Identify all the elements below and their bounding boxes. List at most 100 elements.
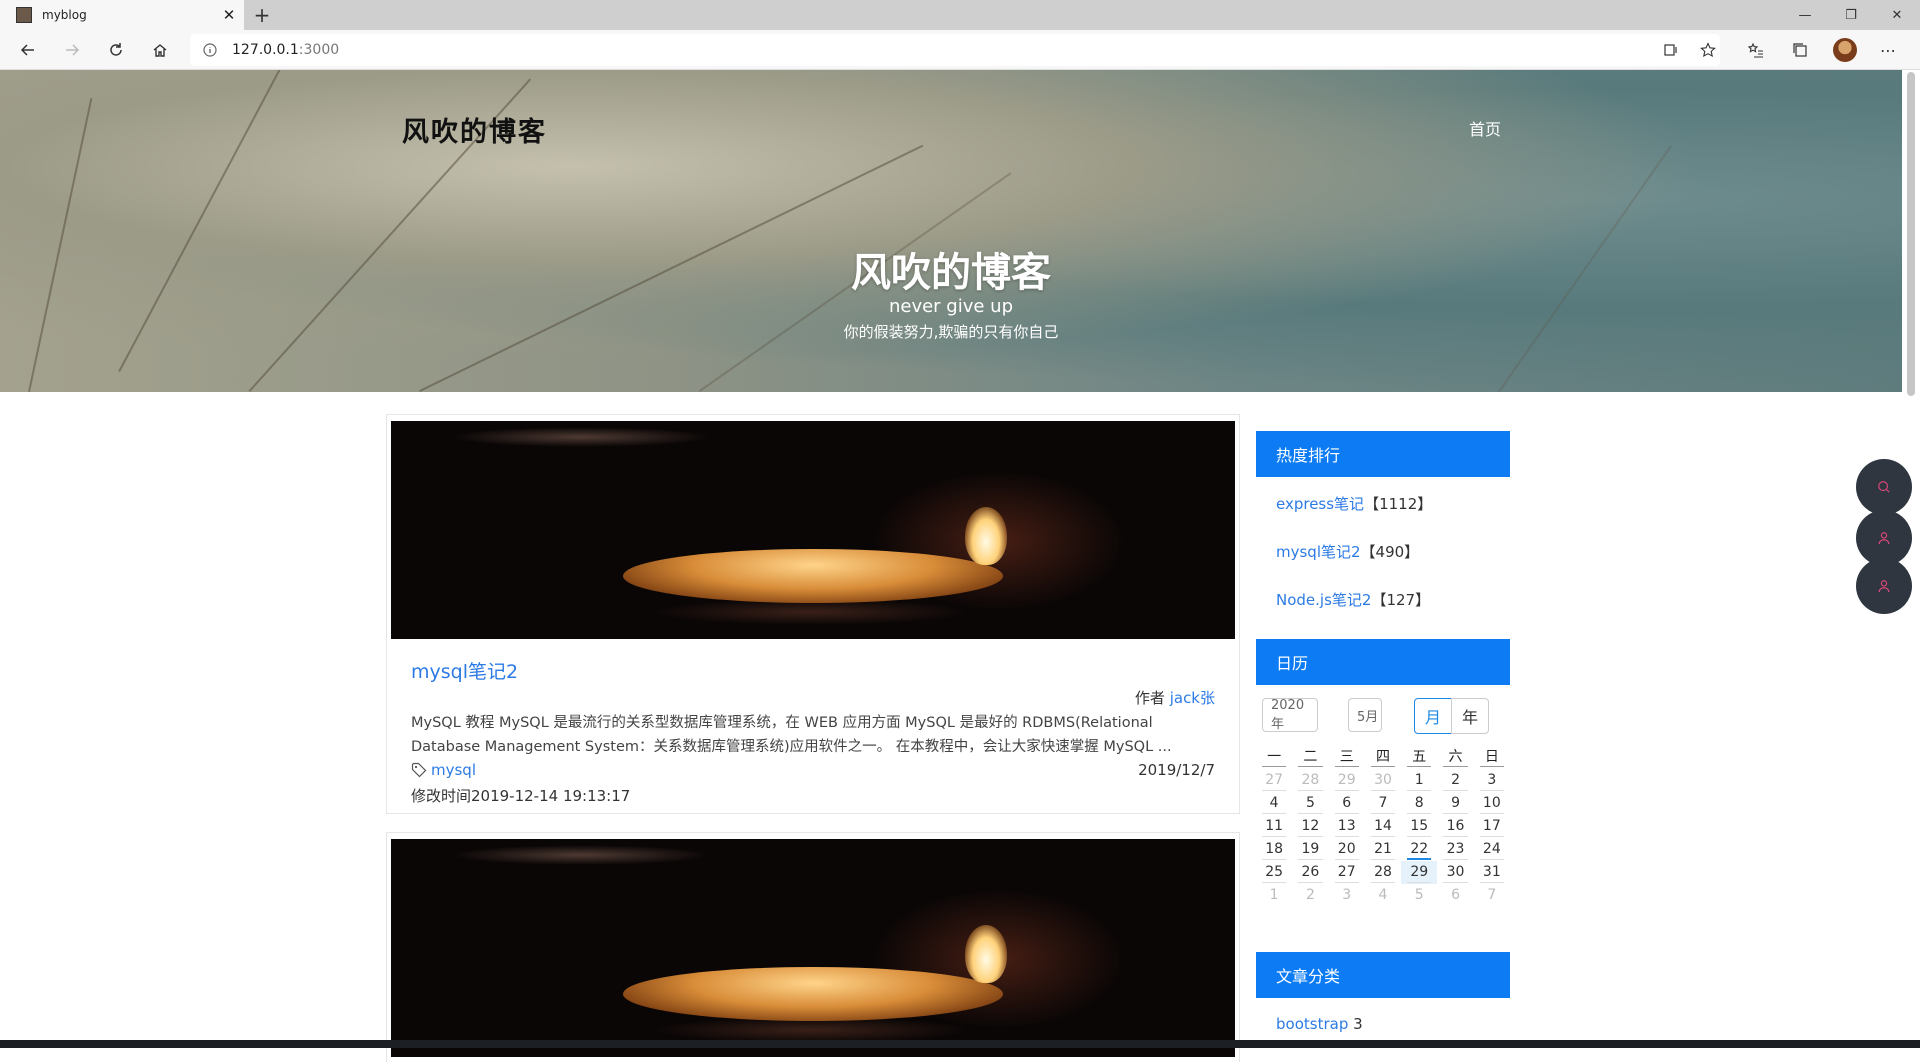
calendar-day-cell[interactable]: 30 [1437,861,1473,884]
maximize-icon[interactable]: ❐ [1828,0,1874,30]
calendar-day-cell[interactable]: 31 [1474,861,1510,884]
calendar-day-cell[interactable]: 5 [1401,884,1437,907]
home-icon[interactable] [144,34,176,66]
calendar-day-cell[interactable]: 3 [1329,884,1365,907]
calendar-day-cell[interactable]: 20 [1329,838,1365,861]
calendar-day-cell[interactable]: 16 [1437,815,1473,838]
calendar-day-cell[interactable]: 25 [1256,861,1292,884]
post-cover-image[interactable] [391,421,1235,639]
calendar-week-row: 18 19 20 21 22 23 24 [1256,838,1510,861]
browser-tab[interactable]: myblog ✕ [0,0,244,30]
calendar-day-cell[interactable]: 3 [1474,769,1510,792]
calendar-day-selected[interactable]: 29 [1401,861,1438,884]
calendar-day-cell[interactable]: 23 [1437,838,1473,861]
calendar-day-cell[interactable]: 8 [1401,792,1437,815]
calendar-day-cell[interactable]: 7 [1474,884,1510,907]
more-menu-icon[interactable]: ⋯ [1872,34,1904,66]
calendar-day-cell[interactable]: 26 [1292,861,1328,884]
search-fab[interactable] [1856,459,1912,515]
search-icon [1878,481,1890,493]
calendar-day-cell[interactable]: 15 [1401,815,1437,838]
calendar-day-cell[interactable]: 2 [1292,884,1328,907]
post-title-link[interactable]: mysql笔记2 [411,657,518,684]
hot-item-count: 【1112】 [1364,495,1433,513]
calendar-day-cell[interactable]: 1 [1401,769,1437,792]
weekday-label: 五 [1401,746,1437,769]
collections-icon[interactable] [1784,34,1816,66]
window-close-icon[interactable]: ✕ [1874,0,1920,30]
calendar-day-cell[interactable]: 28 [1292,769,1328,792]
calendar-day-cell[interactable]: 6 [1329,792,1365,815]
favicon-icon [16,7,32,23]
refresh-icon[interactable] [100,34,132,66]
calendar-day-cell[interactable]: 30 [1365,769,1401,792]
weekday-label: 六 [1437,746,1473,769]
calendar-day-cell[interactable]: 18 [1256,838,1292,861]
hero-title: 风吹的博客 [851,250,1051,296]
cover-flame [965,507,1007,565]
calendar-day-cell[interactable]: 29 [1329,769,1365,792]
calendar-week-row: 4 5 6 7 8 9 10 [1256,792,1510,815]
post-card: mysql笔记2 作者 jack张 MySQL 教程 MySQL 是最流行的关系… [386,414,1240,814]
calendar-weekday-row: 一 二 三 四 五 六 日 [1256,746,1510,769]
hot-item-link[interactable]: mysql笔记2 [1276,543,1361,561]
calendar-day-cell[interactable]: 2 [1437,769,1473,792]
calendar-year-mode-button[interactable]: 年 [1451,698,1489,734]
calendar-day-cell[interactable]: 5 [1292,792,1328,815]
cover-oil-lamp-dish [623,967,1003,1021]
calendar-month-mode-button[interactable]: 月 [1414,698,1452,734]
site-info-icon[interactable] [202,42,218,58]
calendar-day-cell[interactable]: 17 [1474,815,1510,838]
favorite-star-icon[interactable] [1692,34,1724,66]
profile-avatar[interactable] [1833,38,1857,62]
forward-icon[interactable] [56,34,88,66]
calendar-day-cell[interactable]: 11 [1256,815,1292,838]
calendar-day-today[interactable]: 22 [1401,838,1437,861]
user-icon [1878,532,1890,545]
tab-close-icon[interactable]: ✕ [214,0,244,30]
calendar-day-cell[interactable]: 1 [1256,884,1292,907]
calendar-day-cell[interactable]: 24 [1474,838,1510,861]
favorites-list-icon[interactable] [1740,34,1772,66]
calendar-header: 日历 [1256,639,1510,685]
site-brand[interactable]: 风吹的博客 [402,110,547,149]
calendar-day-cell[interactable]: 7 [1365,792,1401,815]
user-fab[interactable] [1856,558,1912,614]
author-link[interactable]: jack张 [1170,689,1215,707]
back-icon[interactable] [12,34,44,66]
read-aloud-icon[interactable] [1655,34,1687,66]
calendar-day-cell[interactable]: 28 [1365,861,1401,884]
category-header: 文章分类 [1256,952,1510,998]
address-bar[interactable]: 127.0.0.1:3000 [190,34,1720,66]
calendar-day-cell[interactable]: 13 [1329,815,1365,838]
calendar-day-cell[interactable]: 27 [1256,769,1292,792]
calendar-year-select[interactable]: 2020年 [1262,698,1318,732]
category-item: bootstrap 3 [1276,1015,1363,1033]
minimize-icon[interactable]: — [1782,0,1828,30]
post-tag-label[interactable]: mysql [431,761,476,779]
calendar-day-cell[interactable]: 10 [1474,792,1510,815]
hot-item-link[interactable]: express笔记 [1276,495,1364,513]
post-tag[interactable]: mysql [411,761,476,779]
calendar-day-cell[interactable]: 4 [1256,792,1292,815]
weekday-label: 日 [1474,746,1510,769]
tag-icon [411,762,427,778]
calendar-day-cell[interactable]: 6 [1437,884,1473,907]
hot-item-link[interactable]: Node.js笔记2 [1276,591,1371,609]
calendar-day-cell[interactable]: 14 [1365,815,1401,838]
browser-tab-strip: myblog ✕ + — ❐ ✕ [0,0,1920,30]
calendar-day-cell[interactable]: 21 [1365,838,1401,861]
post-cover-image[interactable] [391,839,1235,1057]
calendar-day-cell[interactable]: 9 [1437,792,1473,815]
calendar-day-cell[interactable]: 4 [1365,884,1401,907]
new-tab-icon[interactable]: + [250,3,274,27]
calendar-day-cell[interactable]: 12 [1292,815,1328,838]
post-author: 作者 jack张 [1135,687,1215,708]
category-link[interactable]: bootstrap [1276,1015,1348,1033]
scrollbar-thumb[interactable] [1907,72,1915,396]
calendar-month-select[interactable]: 5月 [1348,698,1382,732]
nav-home-link[interactable]: 首页 [1469,116,1501,140]
calendar-day-cell[interactable]: 27 [1329,861,1365,884]
calendar-day-cell[interactable]: 19 [1292,838,1328,861]
hot-item-count: 【127】 [1371,591,1431,609]
